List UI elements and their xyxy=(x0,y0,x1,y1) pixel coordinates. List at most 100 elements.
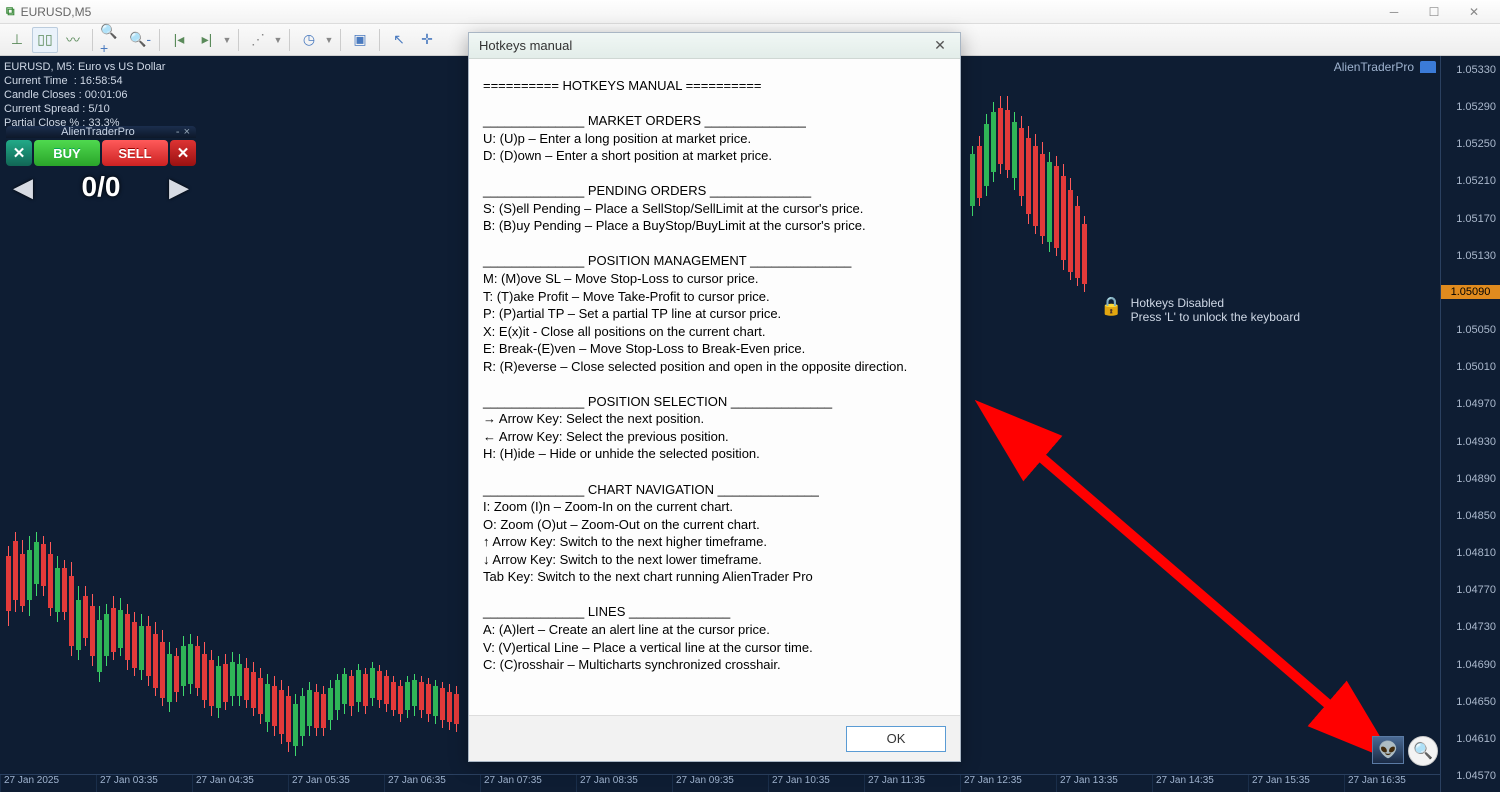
y-axis-tick: 1.04730 xyxy=(1456,621,1496,633)
modal-line xyxy=(483,375,946,393)
modal-footer: OK xyxy=(469,715,960,761)
modal-line: ↓ Arrow Key: Switch to the next lower ti… xyxy=(483,551,946,569)
prev-position-arrow[interactable]: ◀ xyxy=(6,170,40,204)
zoom-in-icon[interactable]: 🔍+ xyxy=(99,27,125,53)
window-minimize-button[interactable]: ─ xyxy=(1374,2,1414,22)
line-chart-icon[interactable]: 〰 xyxy=(60,27,86,53)
cursor-icon[interactable]: ↖ xyxy=(386,27,412,53)
x-axis-tick: 27 Jan 06:35 xyxy=(384,775,480,792)
modal-line: ______________ PENDING ORDERS __________… xyxy=(483,182,946,200)
zoom-out-icon[interactable]: 🔍- xyxy=(127,27,153,53)
window-maximize-button[interactable]: ☐ xyxy=(1414,2,1454,22)
modal-line: S: (S)ell Pending – Place a SellStop/Sel… xyxy=(483,200,946,218)
chart-product-label: AlienTraderPro xyxy=(1334,60,1436,74)
modal-line: V: (V)ertical Line – Place a vertical li… xyxy=(483,639,946,657)
info-symbol: EURUSD, M5: Euro vs US Dollar xyxy=(4,60,165,74)
separator xyxy=(238,29,239,51)
chart-info-overlay: EURUSD, M5: Euro vs US Dollar Current Ti… xyxy=(4,60,165,130)
x-axis-tick: 27 Jan 15:35 xyxy=(1248,775,1344,792)
scroll-left-icon[interactable]: |◂ xyxy=(166,27,192,53)
next-position-arrow[interactable]: ▶ xyxy=(162,170,196,204)
modal-line: M: (M)ove SL – Move Stop-Loss to cursor … xyxy=(483,270,946,288)
separator xyxy=(159,29,160,51)
y-axis-tick: 1.05170 xyxy=(1456,213,1496,225)
y-axis-tick: 1.05250 xyxy=(1456,138,1496,150)
modal-line xyxy=(483,463,946,481)
close-all-red-button[interactable]: ✕ xyxy=(170,140,196,166)
modal-line: ______________ LINES ______________ xyxy=(483,603,946,621)
modal-body: ========== HOTKEYS MANUAL ========== ___… xyxy=(469,59,960,715)
y-axis-tick: 1.05050 xyxy=(1456,324,1496,336)
camera-icon[interactable]: ▣ xyxy=(347,27,373,53)
modal-line: ↑ Arrow Key: Switch to the next higher t… xyxy=(483,533,946,551)
dropdown-icon[interactable]: ▼ xyxy=(324,35,334,45)
modal-line: ← Arrow Key: Select the previous positio… xyxy=(483,428,946,446)
window-close-button[interactable]: ✕ xyxy=(1454,2,1494,22)
y-axis-tick: 1.04570 xyxy=(1456,770,1496,782)
x-axis-tick: 27 Jan 13:35 xyxy=(1056,775,1152,792)
trader-panel: AlienTraderPro - × ✕ BUY SELL ✕ ◀ 0/0 ▶ xyxy=(6,126,196,204)
modal-line: Tab Key: Switch to the next chart runnin… xyxy=(483,568,946,586)
zoom-corner-icon[interactable]: 🔍 xyxy=(1408,736,1438,766)
clock-icon[interactable]: ◷ xyxy=(296,27,322,53)
panel-minimize-icon[interactable]: - xyxy=(176,126,180,138)
y-axis-tick: 1.04610 xyxy=(1456,733,1496,745)
modal-line: I: Zoom (I)n – Zoom-In on the current ch… xyxy=(483,498,946,516)
panel-close-icon[interactable]: × xyxy=(184,126,190,138)
modal-line: T: (T)ake Profit – Move Take-Profit to c… xyxy=(483,288,946,306)
modal-line: ========== HOTKEYS MANUAL ========== xyxy=(483,77,946,95)
candle-chart-icon[interactable]: ▯▯ xyxy=(32,27,58,53)
x-axis: 27 Jan 202527 Jan 03:3527 Jan 04:3527 Ja… xyxy=(0,774,1440,792)
alien-logo-icon[interactable]: 👽 xyxy=(1372,736,1404,764)
x-axis-tick: 27 Jan 2025 xyxy=(0,775,96,792)
y-axis-tick: 1.04890 xyxy=(1456,473,1496,485)
sell-button[interactable]: SELL xyxy=(102,140,168,166)
crosshair-icon[interactable]: ✛ xyxy=(414,27,440,53)
modal-line: X: E(x)it - Close all positions on the c… xyxy=(483,323,946,341)
separator xyxy=(289,29,290,51)
y-axis-tick: 1.05130 xyxy=(1456,250,1496,262)
modal-line: ______________ POSITION MANAGEMENT _____… xyxy=(483,252,946,270)
y-axis-tick: 1.04810 xyxy=(1456,547,1496,559)
modal-line: ______________ POSITION SELECTION ______… xyxy=(483,393,946,411)
y-axis-tick: 1.04690 xyxy=(1456,659,1496,671)
ok-button[interactable]: OK xyxy=(846,726,946,752)
y-axis: 1.053301.052901.052501.052101.051701.051… xyxy=(1440,56,1500,792)
modal-line xyxy=(483,95,946,113)
hotkeys-disabled-notice: 🔒 Hotkeys Disabled Press 'L' to unlock t… xyxy=(1100,296,1300,324)
scroll-right-icon[interactable]: ▸| xyxy=(194,27,220,53)
close-all-green-button[interactable]: ✕ xyxy=(6,140,32,166)
y-axis-tick: 1.04930 xyxy=(1456,436,1496,448)
hotkeys-modal: Hotkeys manual ✕ ========== HOTKEYS MANU… xyxy=(468,32,961,762)
modal-line: O: Zoom (O)ut – Zoom-Out on the current … xyxy=(483,516,946,534)
position-counter: 0/0 xyxy=(82,171,121,203)
modal-line: ______________ MARKET ORDERS ___________… xyxy=(483,112,946,130)
modal-line xyxy=(483,235,946,253)
y-axis-tick: 1.05290 xyxy=(1456,101,1496,113)
y-axis-tick: 1.05210 xyxy=(1456,175,1496,187)
x-axis-tick: 27 Jan 08:35 xyxy=(576,775,672,792)
x-axis-tick: 27 Jan 03:35 xyxy=(96,775,192,792)
modal-line: P: (P)artial TP – Set a partial TP line … xyxy=(483,305,946,323)
dropdown-icon[interactable]: ▼ xyxy=(273,35,283,45)
dropdown-icon[interactable]: ▼ xyxy=(222,35,232,45)
separator xyxy=(340,29,341,51)
buy-button[interactable]: BUY xyxy=(34,140,100,166)
modal-line: C: (C)rosshair – Multicharts synchronize… xyxy=(483,656,946,674)
bar-chart-icon[interactable]: ⊥ xyxy=(4,27,30,53)
x-axis-tick: 27 Jan 10:35 xyxy=(768,775,864,792)
modal-close-button[interactable]: ✕ xyxy=(930,37,950,54)
x-axis-tick: 27 Jan 16:35 xyxy=(1344,775,1440,792)
indicator-icon[interactable]: ⋰ xyxy=(245,27,271,53)
x-axis-tick: 27 Jan 12:35 xyxy=(960,775,1056,792)
modal-line: B: (B)uy Pending – Place a BuyStop/BuyLi… xyxy=(483,217,946,235)
x-axis-tick: 27 Jan 11:35 xyxy=(864,775,960,792)
trader-panel-title: AlienTraderPro - × xyxy=(6,126,196,138)
x-axis-tick: 27 Jan 07:35 xyxy=(480,775,576,792)
separator xyxy=(92,29,93,51)
lock-icon: 🔒 xyxy=(1100,296,1122,324)
y-axis-tick: 1.05010 xyxy=(1456,361,1496,373)
modal-line: R: (R)everse – Close selected position a… xyxy=(483,358,946,376)
app-icon: ⧉ xyxy=(6,4,15,19)
modal-line xyxy=(483,586,946,604)
